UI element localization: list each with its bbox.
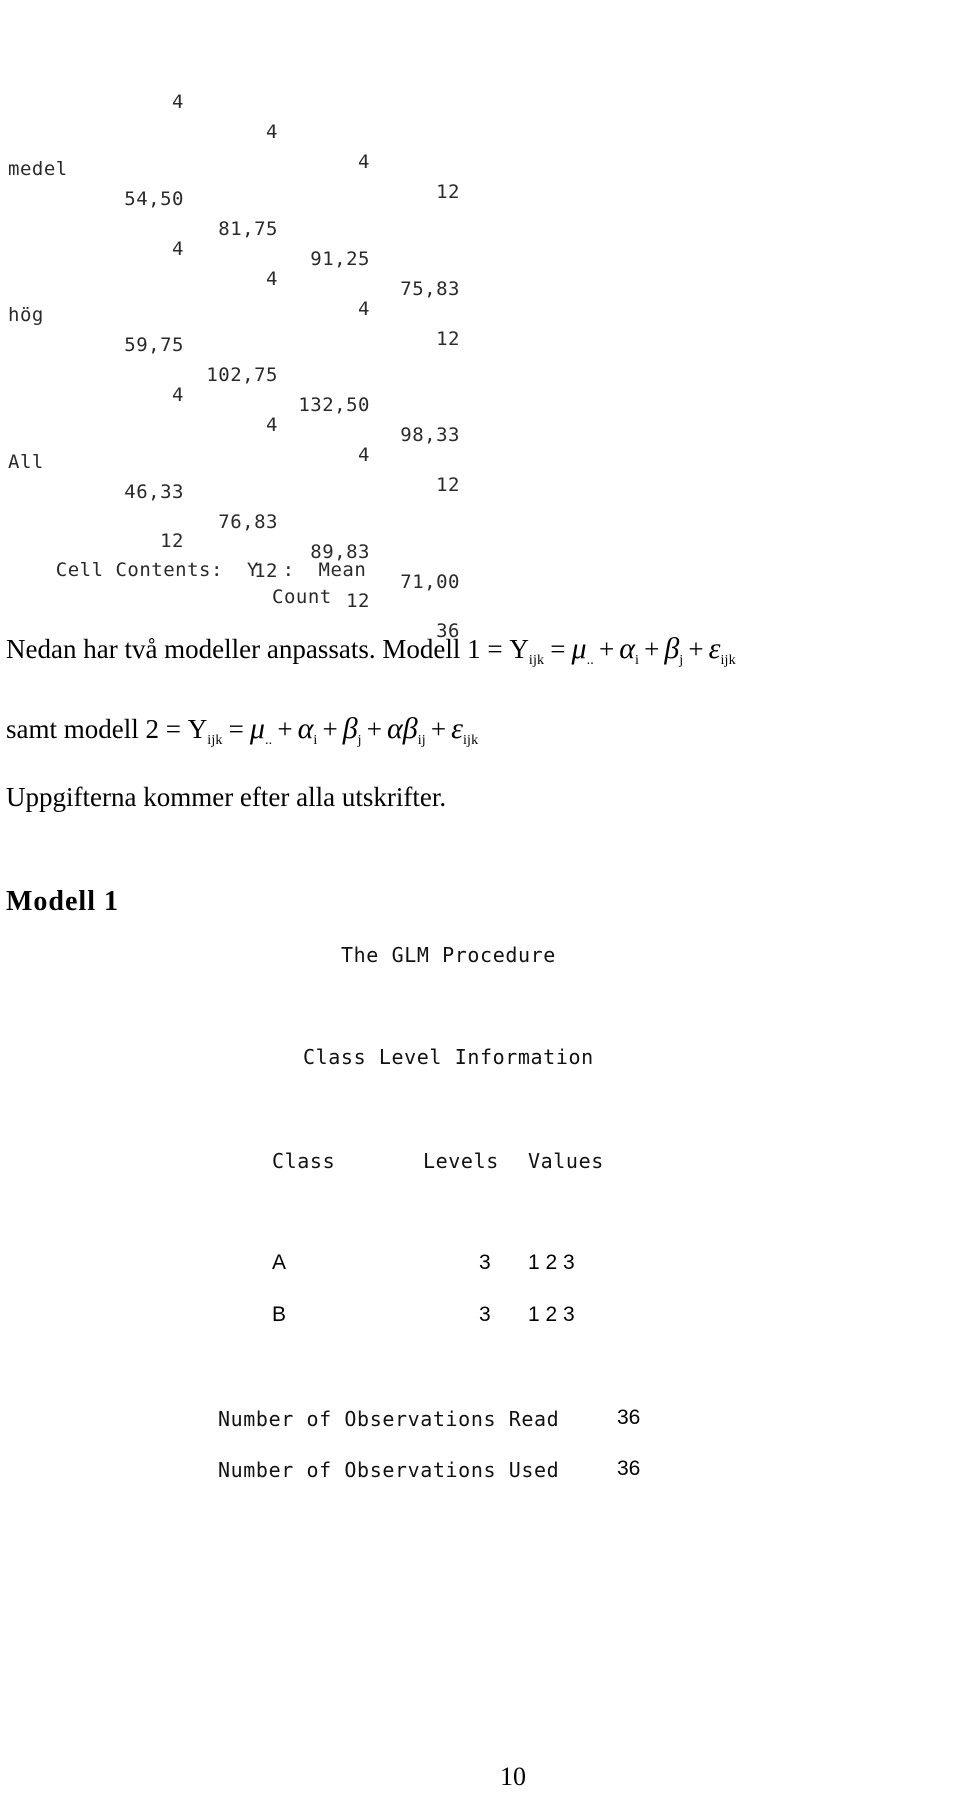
model1-epsilon-sub: ijk [720, 651, 736, 668]
table-row: medel 54,50 81,75 91,25 75,83 [0, 94, 960, 300]
table-row-class-b-levels: 3 [479, 1303, 491, 1326]
model1-epsilon: ε [708, 632, 721, 665]
model2-epsilon-sub: ijk [462, 731, 479, 748]
document-page: 4 4 4 12 medel 54,50 81,75 91,25 75,83 4… [0, 0, 960, 1806]
cell-value: 76,83 [218, 511, 278, 533]
observations-read-value: 36 [617, 1406, 641, 1429]
model2-paragraph: samt modell 2 = Yijk = μ.. + αi + βj + αβij + εijk [6, 712, 479, 748]
cell-contents-colon: : [282, 559, 295, 581]
table-header-values: Values [528, 1149, 604, 1173]
cell-value: 102,75 [206, 364, 278, 386]
observations-read-label: Number of Observations Read [218, 1407, 560, 1431]
model1-beta: β [664, 632, 680, 665]
cell-contents-variable: Y [246, 559, 259, 581]
table-row-class-a-name: A [272, 1251, 287, 1274]
model2-beta: β [342, 712, 358, 745]
model2-alpha: α [297, 712, 314, 745]
cell-value: 12 [436, 181, 460, 203]
model2-lhs: Y [187, 714, 208, 744]
table-row: 4 4 4 12 [0, 144, 960, 350]
table-row-class-b-values: 1 2 3 [528, 1303, 575, 1326]
model2-mu-sub: .. [264, 731, 273, 748]
model2-epsilon: ε [451, 712, 463, 745]
table-row-class-a-values: 1 2 3 [528, 1251, 575, 1274]
model2-equals: = [228, 714, 244, 744]
model2-plus-2: + [322, 714, 338, 744]
model2-plus-3: + [366, 714, 382, 744]
model2-mu: μ [249, 712, 265, 745]
table-row: 12 12 12 36 [0, 436, 960, 642]
table-row: 4 4 4 12 [0, 0, 960, 203]
page-number: 10 [500, 1762, 526, 1791]
table-row: All 46,33 76,83 89,83 71,00 [0, 387, 960, 593]
table-row-class-a-levels: 3 [479, 1251, 491, 1274]
model2-plus-4: + [430, 714, 447, 744]
model1-alpha-sub: i [634, 651, 640, 668]
cell-contents-stat-mean: Mean [318, 559, 367, 581]
model2-alpha-sub: i [313, 731, 318, 748]
model2-alphabeta: αβ [386, 712, 418, 745]
model1-plus-3: + [688, 634, 704, 664]
model1-alpha: α [619, 632, 635, 665]
table-header-class: Class [272, 1149, 336, 1173]
cell-contents-stat-count: Count [272, 586, 332, 608]
model2-beta-sub: j [357, 731, 362, 748]
class-level-information-title: Class Level Information [303, 1045, 594, 1069]
table-row-class-b-name: B [272, 1303, 287, 1326]
model1-beta-sub: j [679, 651, 684, 668]
intro-text: Nedan har två modeller anpassats. Modell… [6, 634, 510, 664]
model2-lhs-sub: ijk [207, 731, 223, 748]
model1-equals: = [550, 634, 566, 664]
model1-lhs-sub: ijk [528, 651, 545, 668]
model1-plus-1: + [598, 634, 615, 664]
model2-plus-1: + [277, 714, 293, 744]
table-row: hög 59,75 102,75 132,50 98,33 [0, 240, 960, 446]
observations-used-value: 36 [617, 1457, 641, 1480]
note-paragraph: Uppgifterna kommer efter alla utskrifter… [6, 782, 447, 812]
model1-mu: μ [571, 632, 587, 665]
table-row: 4 4 4 12 [0, 290, 960, 496]
model1-lhs: Y [509, 634, 529, 664]
cell-value: 12 [436, 328, 460, 350]
model1-plus-2: + [644, 634, 660, 664]
model2-equation: Yijk = μ.. + αi + βj + αβij + εijk [187, 712, 479, 748]
observations-used-label: Number of Observations Used [218, 1458, 560, 1482]
cell-value: 71,00 [400, 571, 460, 593]
cell-value: 59,75 [124, 334, 184, 356]
cell-contents-label: Cell Contents: [55, 559, 223, 581]
cell-value: 54,50 [124, 188, 184, 210]
cell-value: 46,33 [124, 481, 184, 503]
procedure-title: The GLM Procedure [341, 943, 556, 967]
section-heading: Modell 1 [6, 886, 119, 917]
intro-paragraph: Nedan har två modeller anpassats. Modell… [6, 632, 736, 668]
cell-value: 12 [436, 474, 460, 496]
model1-equation: Yijk = μ.. + αi + βj + εijk [509, 632, 736, 668]
table-header-levels: Levels [423, 1149, 499, 1173]
model2-prefix: samt modell 2 = [6, 714, 188, 744]
model1-mu-sub: .. [586, 651, 594, 668]
model2-alphabeta-sub: ij [417, 731, 426, 748]
